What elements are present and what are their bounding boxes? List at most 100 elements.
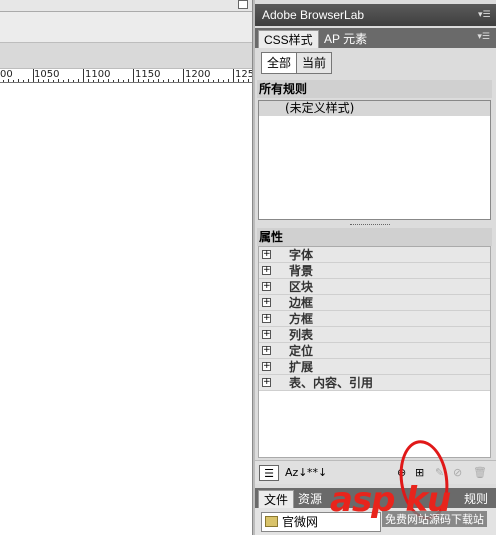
watermark: asp ku 免费网站源码下载站 bbox=[322, 478, 496, 535]
ruler-tick bbox=[23, 80, 24, 82]
ruler-tick bbox=[18, 79, 19, 82]
css-view-toggle: 全部 当前 bbox=[261, 52, 333, 74]
ruler-tick bbox=[203, 80, 204, 82]
browserlab-title: Adobe BrowserLab bbox=[262, 8, 365, 22]
property-category-row[interactable]: + 边框 bbox=[259, 295, 490, 311]
ruler-label: 00 bbox=[0, 69, 13, 80]
horizontal-ruler: 00 1050 1100 1150 1200 1250 bbox=[0, 69, 252, 83]
all-rules-heading: 所有规则 bbox=[257, 80, 492, 98]
ruler-tick bbox=[153, 80, 154, 82]
ruler-tick bbox=[28, 79, 29, 82]
rules-list[interactable]: (未定义样式) bbox=[258, 100, 491, 220]
ruler-tick bbox=[118, 79, 119, 82]
site-name: 官微网 bbox=[282, 515, 319, 529]
panel-group: Adobe BrowserLab ▾☰ CSS样式 AP 元素 ▾☰ 全部 当前… bbox=[255, 0, 496, 535]
property-category-row[interactable]: + 列表 bbox=[259, 327, 490, 343]
ruler-tick bbox=[168, 79, 169, 82]
expand-icon[interactable]: + bbox=[262, 298, 271, 307]
ruler-tick bbox=[188, 79, 189, 82]
panel-menu-icon[interactable]: ▾☰ bbox=[477, 32, 490, 42]
expand-icon[interactable]: + bbox=[262, 250, 271, 259]
properties-heading: 属性 bbox=[257, 228, 492, 246]
expand-icon[interactable]: + bbox=[262, 266, 271, 275]
ruler-tick bbox=[233, 69, 234, 82]
ruler-tick bbox=[3, 80, 4, 82]
watermark-subtext: 免费网站源码下载站 bbox=[382, 511, 487, 527]
ruler-tick bbox=[113, 80, 114, 82]
ruler-tick bbox=[53, 80, 54, 82]
expand-icon[interactable]: + bbox=[262, 346, 271, 355]
ruler-tick bbox=[228, 79, 229, 82]
property-category-label: 列表 bbox=[289, 328, 314, 342]
properties-list: + 字体 + 背景 + 区块 + 边框 + 方框 + 列表 + 定位 + 扩展 + 表、内容、引用 bbox=[258, 246, 491, 458]
rule-item[interactable]: (未定义样式) bbox=[259, 101, 490, 116]
browserlab-panel-header[interactable]: Adobe BrowserLab ▾☰ bbox=[255, 4, 496, 26]
property-category-row[interactable]: + 表、内容、引用 bbox=[259, 375, 490, 391]
expand-icon[interactable]: + bbox=[262, 314, 271, 323]
ruler-tick bbox=[133, 69, 134, 82]
folder-icon bbox=[265, 516, 278, 527]
expand-icon[interactable]: + bbox=[262, 282, 271, 291]
restore-window-icon[interactable] bbox=[238, 0, 248, 9]
expand-icon[interactable]: + bbox=[262, 362, 271, 371]
ruler-tick bbox=[58, 79, 59, 82]
ruler-tick bbox=[43, 80, 44, 82]
property-category-label: 方框 bbox=[289, 312, 314, 326]
property-category-row[interactable]: + 方框 bbox=[259, 311, 490, 327]
ruler-tick bbox=[123, 80, 124, 82]
ruler-tick bbox=[173, 80, 174, 82]
design-canvas[interactable] bbox=[0, 84, 252, 535]
ruler-tick bbox=[138, 79, 139, 82]
ruler-tick bbox=[88, 79, 89, 82]
ruler-tick bbox=[103, 80, 104, 82]
ruler-tick bbox=[73, 80, 74, 82]
current-mode-button[interactable]: 当前 bbox=[297, 52, 333, 74]
ruler-tick bbox=[223, 80, 224, 82]
pane-resize-handle[interactable] bbox=[350, 224, 390, 227]
ruler-tick bbox=[33, 69, 34, 82]
ruler-tick bbox=[208, 79, 209, 82]
ruler-tick bbox=[193, 80, 194, 82]
document-tab-area bbox=[0, 42, 252, 69]
ruler-tick bbox=[213, 80, 214, 82]
panel-menu-icon[interactable]: ▾☰ bbox=[478, 10, 491, 20]
ruler-tick bbox=[93, 80, 94, 82]
ruler-tick bbox=[198, 79, 199, 82]
property-category-row[interactable]: + 扩展 bbox=[259, 359, 490, 375]
ruler-tick bbox=[243, 80, 244, 82]
property-category-row[interactable]: + 定位 bbox=[259, 343, 490, 359]
document-toolbar-area bbox=[0, 12, 252, 42]
ruler-tick bbox=[83, 69, 84, 82]
property-category-label: 扩展 bbox=[289, 360, 314, 374]
property-category-label: 区块 bbox=[289, 280, 314, 294]
property-category-row[interactable]: + 背景 bbox=[259, 263, 490, 279]
ruler-tick bbox=[183, 69, 184, 82]
ruler-tick bbox=[128, 79, 129, 82]
document-title-bar bbox=[0, 0, 252, 12]
ruler-tick bbox=[8, 79, 9, 82]
property-category-label: 表、内容、引用 bbox=[289, 376, 374, 390]
expand-icon[interactable]: + bbox=[262, 330, 271, 339]
property-category-row[interactable]: + 字体 bbox=[259, 247, 490, 263]
ruler-tick bbox=[68, 79, 69, 82]
ruler-tick bbox=[248, 79, 249, 82]
category-view-icon[interactable]: ☰ bbox=[259, 465, 279, 481]
property-category-label: 背景 bbox=[289, 264, 314, 278]
property-category-label: 字体 bbox=[289, 248, 314, 262]
ruler-tick bbox=[238, 79, 239, 82]
ruler-tick bbox=[38, 79, 39, 82]
ruler-tick bbox=[13, 80, 14, 82]
all-mode-button[interactable]: 全部 bbox=[261, 52, 298, 74]
css-panel-tabbar: CSS样式 AP 元素 ▾☰ bbox=[255, 28, 496, 48]
tab-files[interactable]: 文件 bbox=[258, 490, 295, 508]
ruler-tick bbox=[63, 80, 64, 82]
ruler-tick bbox=[98, 79, 99, 82]
tab-css-styles[interactable]: CSS样式 bbox=[258, 30, 319, 48]
alphabetical-view-icon[interactable]: Az↓ bbox=[285, 465, 308, 481]
ruler-tick bbox=[148, 79, 149, 82]
ruler-tick bbox=[78, 79, 79, 82]
ruler-tick bbox=[143, 80, 144, 82]
property-category-row[interactable]: + 区块 bbox=[259, 279, 490, 295]
tab-ap-elements[interactable]: AP 元素 bbox=[319, 30, 372, 48]
expand-icon[interactable]: + bbox=[262, 378, 271, 387]
